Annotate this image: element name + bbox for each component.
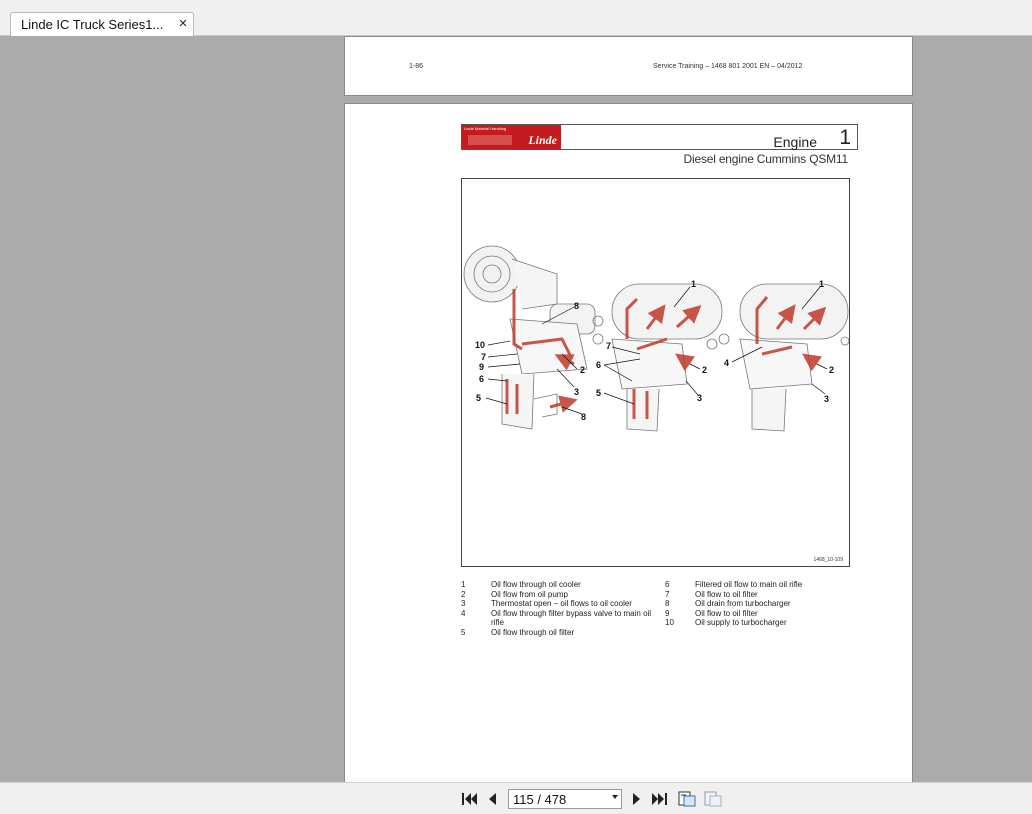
page-subtitle: Diesel engine Cummins QSM11	[683, 152, 849, 166]
current-page: Linde Material Handling Linde Engine 1 D…	[344, 103, 913, 782]
callout-left-8-top: 8	[574, 301, 579, 311]
callout-mid-6: 6	[596, 360, 601, 370]
callout-left-5: 5	[476, 393, 481, 403]
callout-right-2: 2	[829, 365, 834, 375]
oil-circuit-figure: 10 7 9 6 5 8 2 3 8 1 7 6 5 2 3 1 4 2 3 1…	[461, 178, 850, 567]
fit-width-icon[interactable]	[704, 791, 722, 807]
document-viewer[interactable]: 1-86 Service Training – 1468 801 2001 EN…	[0, 36, 1032, 782]
first-page-icon[interactable]	[460, 791, 478, 807]
callout-left-10: 10	[475, 340, 485, 350]
callout-left-9: 9	[479, 362, 484, 372]
callout-right-1: 1	[819, 279, 824, 289]
page-indicator: 115 / 478	[513, 792, 567, 807]
logo-brand: Linde	[528, 133, 557, 147]
figure-id: 1468_10-109	[813, 557, 843, 563]
section-header: Linde Material Handling Linde Engine 1	[461, 124, 858, 150]
fit-page-icon[interactable]	[678, 791, 696, 807]
callout-mid-1: 1	[691, 279, 696, 289]
right-assembly	[739, 283, 850, 432]
callout-left-3: 3	[574, 387, 579, 397]
callout-mid-2: 2	[702, 365, 707, 375]
page-footer: Service Training – 1468 801 2001 EN – 04…	[653, 63, 803, 70]
close-tab-icon[interactable]: ×	[175, 15, 191, 33]
previous-page: 1-86 Service Training – 1468 801 2001 EN…	[344, 36, 913, 96]
callout-mid-5: 5	[596, 388, 601, 398]
callout-mid-7: 7	[606, 341, 611, 351]
callout-right-4: 4	[724, 358, 729, 368]
callout-right-3: 3	[824, 394, 829, 404]
left-assembly	[463, 245, 604, 430]
callout-left-8-bottom: 8	[581, 412, 586, 422]
page-number: 1-86	[409, 63, 424, 70]
next-page-icon[interactable]	[628, 791, 646, 807]
section-title: Engine	[773, 134, 817, 150]
callout-mid-3: 3	[697, 393, 702, 403]
chevron-down-icon	[612, 795, 618, 799]
logo-tagline: Linde Material Handling	[464, 126, 507, 131]
document-tab[interactable]: Linde IC Truck Series1... ×	[10, 12, 194, 37]
navigation-toolbar: 115 / 478	[0, 782, 1032, 814]
page-number-dropdown[interactable]: 115 / 478	[508, 789, 622, 809]
last-page-icon[interactable]	[651, 791, 669, 807]
document-tab-label: Linde IC Truck Series1...	[21, 17, 164, 32]
tab-bar: Linde IC Truck Series1... ×	[0, 0, 1032, 37]
callout-left-7: 7	[481, 352, 486, 362]
callout-left-6: 6	[479, 374, 484, 384]
section-number: 1	[839, 126, 851, 149]
prev-page-icon[interactable]	[484, 791, 502, 807]
callout-left-2: 2	[580, 365, 585, 375]
linde-logo: Linde Material Handling Linde	[462, 125, 561, 149]
engine-oil-flow-illustration: 10 7 9 6 5 8 2 3 8 1 7 6 5 2 3 1 4 2 3	[463, 245, 850, 432]
